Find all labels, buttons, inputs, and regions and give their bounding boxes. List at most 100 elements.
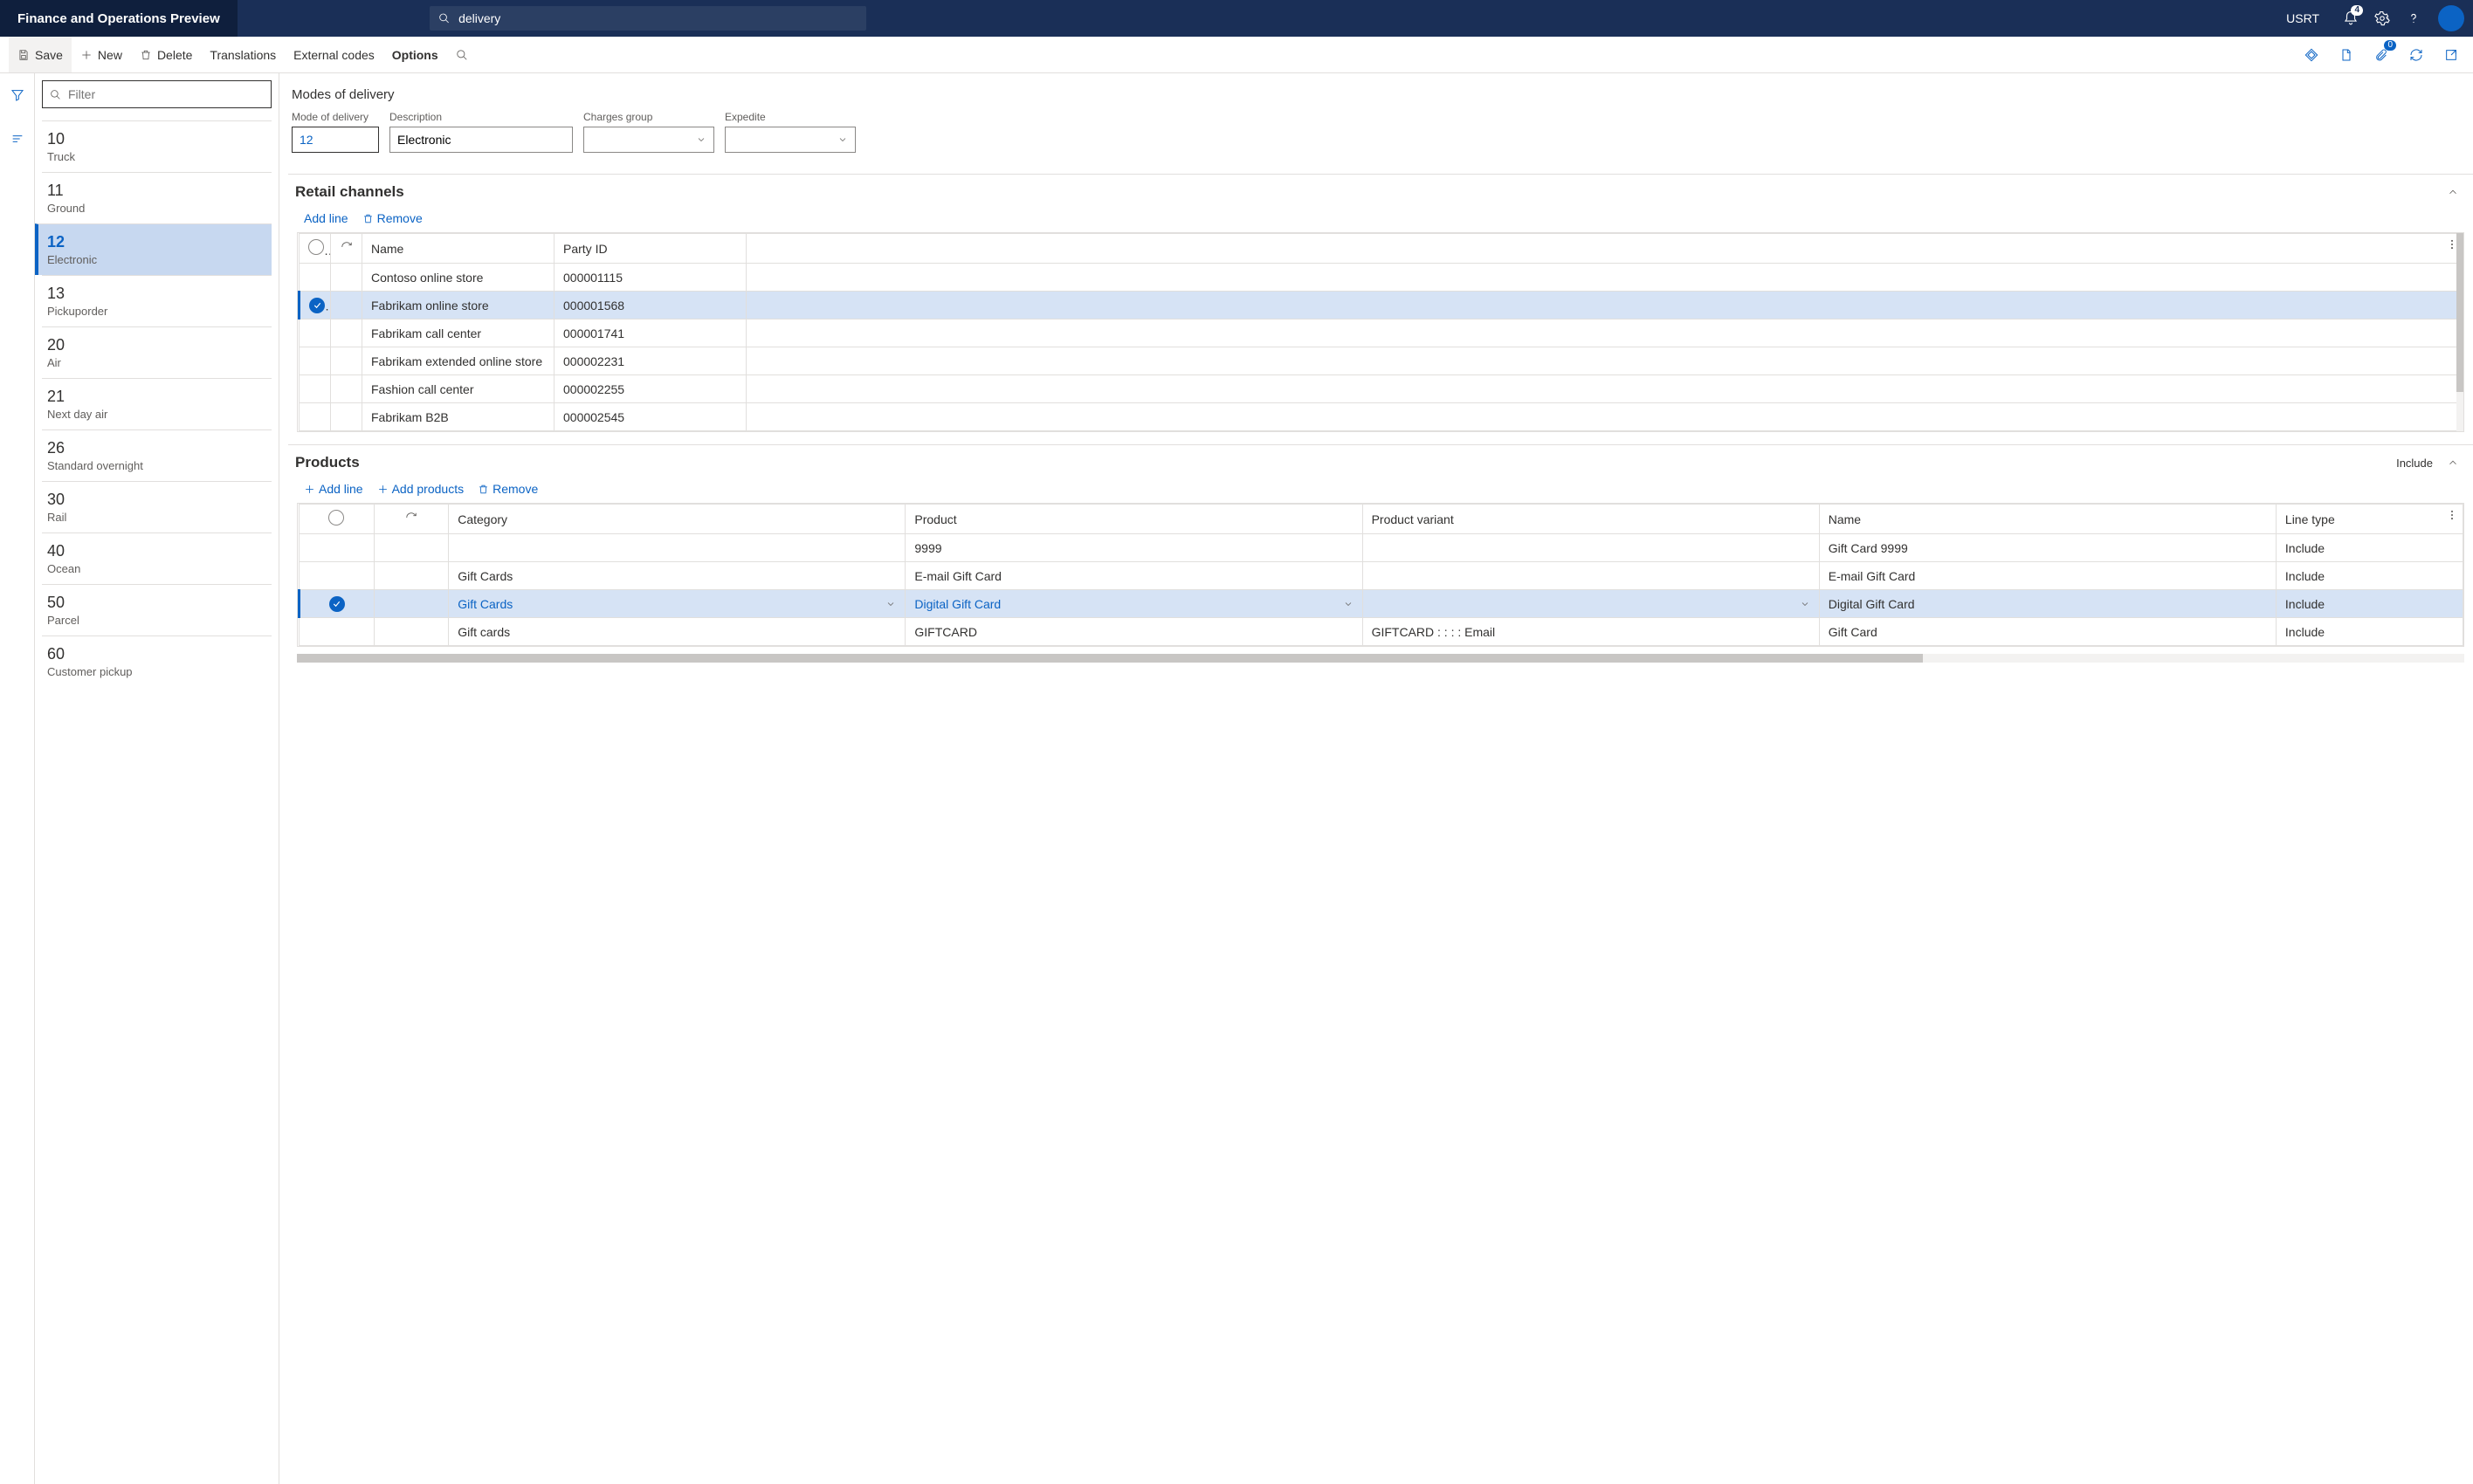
list-item[interactable]: 21Next day air (42, 378, 272, 429)
list-item[interactable]: 40Ocean (42, 532, 272, 584)
row-select[interactable] (300, 403, 331, 431)
cell-name[interactable]: Fabrikam extended online store (362, 347, 555, 375)
translations-button[interactable]: Translations (201, 37, 285, 72)
filter-rail-button[interactable] (4, 82, 31, 108)
grid-more-button[interactable] (2446, 509, 2458, 524)
cell-product[interactable]: Digital Gift Card (906, 590, 1362, 618)
cell-linetype[interactable]: Include (2276, 534, 2463, 562)
products-hscroll[interactable] (297, 654, 2464, 663)
cell-name[interactable]: Fabrikam online store (362, 292, 555, 319)
cell-name[interactable]: E-mail Gift Card (1819, 562, 2276, 590)
list-item[interactable]: 13Pickuporder (42, 275, 272, 326)
products-header[interactable]: Products Include (288, 444, 2473, 478)
list-item[interactable]: 60Customer pickup (42, 636, 272, 687)
workspace-link-button[interactable] (2298, 42, 2325, 68)
expedite-select[interactable] (725, 127, 856, 153)
col-linetype[interactable]: Line type (2276, 505, 2463, 534)
cell-product[interactable]: GIFTCARD (906, 618, 1362, 646)
company-picker[interactable]: USRT (2286, 11, 2319, 25)
mode-input[interactable] (292, 127, 379, 153)
charges-select[interactable] (583, 127, 714, 153)
table-row[interactable]: 9999 Gift Card 9999Include (300, 534, 2463, 562)
refresh-column[interactable] (374, 505, 449, 534)
description-input[interactable] (389, 127, 573, 153)
options-button[interactable]: Options (383, 37, 447, 72)
delete-button[interactable]: Delete (131, 37, 201, 72)
cell-party[interactable]: 000002255 (555, 375, 747, 403)
list-item[interactable]: 11Ground (42, 172, 272, 223)
table-row[interactable]: Fashion call center000002255 (300, 375, 2463, 403)
row-select[interactable] (300, 590, 375, 618)
add-line-button[interactable]: Add line (304, 482, 363, 496)
cell-variant[interactable] (1362, 590, 1819, 618)
table-row[interactable]: Fabrikam online store000001568 (300, 292, 2463, 319)
col-party[interactable]: Party ID (555, 234, 747, 264)
related-rail-button[interactable] (4, 126, 31, 152)
remove-button[interactable]: Remove (362, 211, 423, 225)
cell-variant[interactable] (1362, 562, 1819, 590)
global-search[interactable] (430, 6, 866, 31)
avatar[interactable] (2438, 5, 2464, 31)
row-select[interactable] (300, 264, 331, 292)
row-select[interactable] (300, 347, 331, 375)
retail-channels-header[interactable]: Retail channels (288, 174, 2473, 208)
open-office-button[interactable] (2333, 42, 2359, 68)
table-row[interactable]: Gift CardsE-mail Gift CardE-mail Gift Ca… (300, 562, 2463, 590)
cell-product[interactable]: 9999 (906, 534, 1362, 562)
help-button[interactable] (2398, 0, 2429, 37)
row-select[interactable] (300, 319, 331, 347)
global-search-input[interactable] (458, 11, 858, 25)
cell-category[interactable]: Gift Cards (449, 562, 906, 590)
select-all[interactable] (300, 234, 331, 264)
cell-variant[interactable]: GIFTCARD : : : : Email (1362, 618, 1819, 646)
remove-button[interactable]: Remove (478, 482, 538, 496)
add-line-button[interactable]: Add line (304, 211, 348, 225)
list-item[interactable]: 26Standard overnight (42, 429, 272, 481)
row-select[interactable] (300, 292, 331, 319)
cell-party[interactable]: 000001115 (555, 264, 747, 292)
external-codes-button[interactable]: External codes (285, 37, 383, 72)
cell-linetype[interactable]: Include (2276, 562, 2463, 590)
list-item[interactable]: 20Air (42, 326, 272, 378)
row-select[interactable] (300, 562, 375, 590)
cell-category[interactable] (449, 534, 906, 562)
popout-button[interactable] (2438, 42, 2464, 68)
select-all[interactable] (300, 505, 375, 534)
notifications-button[interactable]: 4 (2335, 0, 2366, 37)
table-row[interactable]: Fabrikam call center000001741 (300, 319, 2463, 347)
cell-name[interactable]: Gift Card (1819, 618, 2276, 646)
cell-name[interactable]: Digital Gift Card (1819, 590, 2276, 618)
cell-linetype[interactable]: Include (2276, 618, 2463, 646)
row-select[interactable] (300, 534, 375, 562)
row-select[interactable] (300, 375, 331, 403)
list-item[interactable]: 12Electronic (35, 223, 272, 275)
cell-category[interactable]: Gift cards (449, 618, 906, 646)
list-item[interactable]: 10Truck (42, 120, 272, 172)
cell-name[interactable]: Contoso online store (362, 264, 555, 292)
cell-name[interactable]: Fashion call center (362, 375, 555, 403)
cell-party[interactable]: 000002231 (555, 347, 747, 375)
list-item[interactable]: 50Parcel (42, 584, 272, 636)
list-item[interactable]: 30Rail (42, 481, 272, 532)
search-page-button[interactable] (447, 37, 482, 72)
cell-product[interactable]: E-mail Gift Card (906, 562, 1362, 590)
cell-party[interactable]: 000001741 (555, 319, 747, 347)
save-button[interactable]: Save (9, 37, 72, 72)
cell-party[interactable]: 000001568 (555, 292, 747, 319)
settings-button[interactable] (2366, 0, 2398, 37)
refresh-button[interactable] (2403, 42, 2429, 68)
list-filter[interactable] (42, 80, 272, 108)
row-select[interactable] (300, 618, 375, 646)
cell-name[interactable]: Gift Card 9999 (1819, 534, 2276, 562)
table-row[interactable]: Contoso online store000001115 (300, 264, 2463, 292)
cell-linetype[interactable]: Include (2276, 590, 2463, 618)
add-products-button[interactable]: Add products (377, 482, 465, 496)
attachments-button[interactable]: 0 (2368, 42, 2394, 68)
new-button[interactable]: New (72, 37, 131, 72)
table-row[interactable]: Gift cardsGIFTCARDGIFTCARD : : : : Email… (300, 618, 2463, 646)
refresh-column[interactable] (331, 234, 362, 264)
col-product[interactable]: Product (906, 505, 1362, 534)
table-row[interactable]: Fabrikam extended online store000002231 (300, 347, 2463, 375)
cell-variant[interactable] (1362, 534, 1819, 562)
table-row[interactable]: Fabrikam B2B000002545 (300, 403, 2463, 431)
